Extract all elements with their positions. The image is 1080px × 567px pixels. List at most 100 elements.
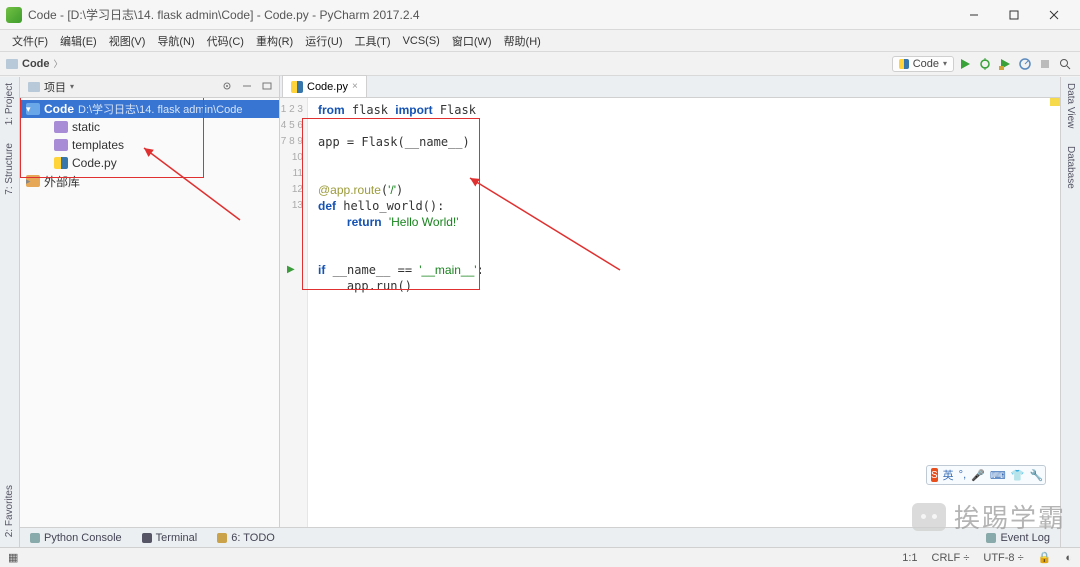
status-bar: ▦ 1:1 CRLF ÷ UTF-8 ÷ 🔒 ◐: [0, 547, 1080, 567]
library-icon: [26, 175, 40, 187]
tool-label: Python Console: [44, 532, 122, 544]
tab-label: Code.py: [307, 81, 348, 93]
menu-vcs[interactable]: VCS(S): [397, 35, 446, 47]
editor-area: Code.py × 1 2 3 4 5 6 7 8 9 10 11 12 13 …: [280, 76, 1060, 527]
hide-icon[interactable]: [261, 80, 275, 94]
menu-edit[interactable]: 编辑(E): [54, 33, 103, 49]
status-line-separator[interactable]: CRLF ÷: [932, 552, 970, 564]
tree-root-path: D:\学习日志\14. flask admin\Code: [78, 101, 242, 117]
gear-icon[interactable]: [221, 80, 235, 94]
menu-file[interactable]: 文件(F): [6, 33, 54, 49]
menu-help[interactable]: 帮助(H): [498, 33, 547, 49]
event-log-icon: [986, 533, 996, 543]
ime-punct-icon[interactable]: °,: [959, 469, 966, 481]
run-config-selector[interactable]: Code ▾: [892, 56, 954, 72]
tool-structure[interactable]: 7: Structure: [4, 143, 15, 195]
debug-button[interactable]: [976, 55, 994, 73]
menu-window[interactable]: 窗口(W): [446, 33, 498, 49]
tool-data-view[interactable]: Data View: [1065, 83, 1076, 128]
tree-item-label: static: [72, 120, 100, 134]
status-encoding[interactable]: UTF-8 ÷: [983, 552, 1023, 564]
status-caret-pos[interactable]: 1:1: [902, 552, 917, 564]
tool-label: Event Log: [1000, 532, 1050, 544]
tool-terminal[interactable]: Terminal: [132, 532, 208, 544]
tree-item-templates[interactable]: templates: [20, 136, 279, 154]
stop-button[interactable]: [1036, 55, 1054, 73]
breadcrumb-root: Code: [22, 58, 50, 70]
main-area: 项目 ▾ ▾ Code D:\学习日志\14. flask admin\Code…: [20, 76, 1060, 527]
run-gutter-icon[interactable]: ▶: [287, 262, 295, 278]
inspection-marker[interactable]: [1050, 98, 1060, 106]
menu-code[interactable]: 代码(C): [201, 33, 250, 49]
close-tab-icon[interactable]: ×: [352, 81, 358, 92]
minimize-button[interactable]: [954, 4, 994, 26]
search-button[interactable]: [1056, 55, 1074, 73]
python-icon: [899, 59, 909, 69]
tool-label: Terminal: [156, 532, 198, 544]
python-file-icon: [291, 81, 303, 93]
project-view-label: 项目: [44, 79, 66, 95]
tool-project[interactable]: 1: Project: [4, 83, 15, 125]
todo-icon: [217, 533, 227, 543]
close-button[interactable]: [1034, 4, 1074, 26]
tool-database[interactable]: Database: [1065, 146, 1076, 189]
tool-event-log[interactable]: Event Log: [976, 532, 1060, 544]
tool-favorites[interactable]: 2: Favorites: [4, 485, 15, 537]
tool-label: 6: TODO: [231, 532, 275, 544]
project-tree[interactable]: ▾ Code D:\学习日志\14. flask admin\Code stat…: [20, 98, 279, 527]
maximize-button[interactable]: [994, 4, 1034, 26]
right-tool-strip: Data View Database: [1060, 77, 1080, 547]
folder-icon: [54, 121, 68, 133]
python-file-icon: [54, 157, 68, 169]
ime-lang-label[interactable]: 英: [943, 467, 954, 483]
ime-settings-icon[interactable]: 🔧: [1029, 469, 1043, 482]
bottom-tool-bar: Python Console Terminal 6: TODO Event Lo…: [20, 527, 1060, 547]
menu-refactor[interactable]: 重构(R): [250, 33, 299, 49]
folder-icon: [26, 103, 40, 115]
collapse-icon[interactable]: [241, 80, 255, 94]
folder-icon: [6, 59, 18, 69]
tree-external-libs[interactable]: ▸ 外部库: [20, 172, 279, 190]
tree-root[interactable]: ▾ Code D:\学习日志\14. flask admin\Code: [20, 100, 279, 118]
tree-item-label: 外部库: [44, 173, 80, 190]
status-inspections-icon[interactable]: ◐: [1065, 552, 1072, 564]
code-content[interactable]: from flask import Flask app = Flask(__na…: [308, 98, 1060, 527]
project-panel: 项目 ▾ ▾ Code D:\学习日志\14. flask admin\Code…: [20, 76, 280, 527]
ime-skin-icon[interactable]: 👕: [1011, 469, 1025, 482]
run-coverage-button[interactable]: [996, 55, 1014, 73]
project-panel-header: 项目 ▾: [20, 76, 279, 98]
sogou-icon: S: [931, 468, 938, 482]
editor-gutter[interactable]: 1 2 3 4 5 6 7 8 9 10 11 12 13 ▶: [280, 98, 308, 527]
ime-toolbar[interactable]: S 英 °, 🎤 ⌨ 👕 🔧: [926, 465, 1046, 485]
folder-icon: [28, 82, 40, 92]
tree-item-static[interactable]: static: [20, 118, 279, 136]
tree-item-codepy[interactable]: Code.py: [20, 154, 279, 172]
menu-tools[interactable]: 工具(T): [349, 33, 397, 49]
navigation-bar: Code 〉 Code ▾: [0, 52, 1080, 76]
status-tool-windows-icon[interactable]: ▦: [8, 551, 18, 564]
chevron-right-icon: 〉: [54, 57, 63, 70]
menu-navigate[interactable]: 导航(N): [151, 33, 200, 49]
project-view-selector[interactable]: 项目 ▾: [24, 79, 78, 95]
lock-icon[interactable]: 🔒: [1038, 551, 1052, 564]
menu-run[interactable]: 运行(U): [299, 33, 348, 49]
tree-item-label: templates: [72, 138, 124, 152]
tool-todo[interactable]: 6: TODO: [207, 532, 285, 544]
chevron-down-icon: ▾: [943, 59, 947, 68]
run-button[interactable]: [956, 55, 974, 73]
tree-item-label: Code.py: [72, 156, 117, 170]
menu-bar: 文件(F) 编辑(E) 视图(V) 导航(N) 代码(C) 重构(R) 运行(U…: [0, 30, 1080, 52]
ime-keyboard-icon[interactable]: ⌨: [990, 469, 1006, 482]
tool-python-console[interactable]: Python Console: [20, 532, 132, 544]
python-console-icon: [30, 533, 40, 543]
run-config-label: Code: [913, 58, 939, 70]
editor-tab-codepy[interactable]: Code.py ×: [282, 75, 367, 97]
breadcrumb[interactable]: Code 〉: [6, 57, 63, 70]
menu-view[interactable]: 视图(V): [103, 33, 152, 49]
left-tool-strip: 1: Project 7: Structure 2: Favorites: [0, 77, 20, 547]
ime-mic-icon[interactable]: 🎤: [971, 469, 985, 482]
profile-button[interactable]: [1016, 55, 1034, 73]
title-bar: Code - [D:\学习日志\14. flask admin\Code] - …: [0, 0, 1080, 30]
code-editor[interactable]: 1 2 3 4 5 6 7 8 9 10 11 12 13 ▶ from fla…: [280, 98, 1060, 527]
terminal-icon: [142, 533, 152, 543]
